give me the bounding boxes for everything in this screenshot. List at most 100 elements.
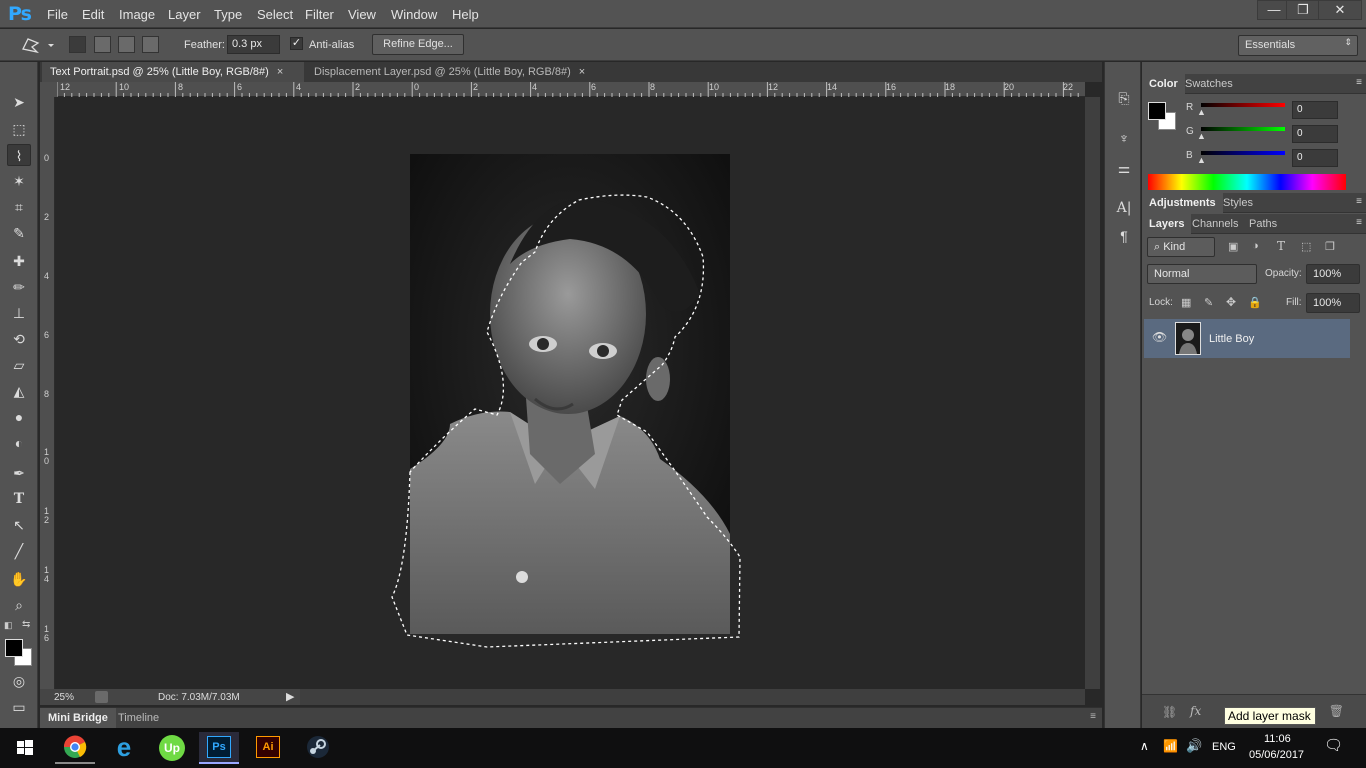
- tab-channels[interactable]: Channels: [1185, 214, 1245, 234]
- lock-position-icon[interactable]: ✥: [1226, 295, 1236, 309]
- menu-window[interactable]: Window: [391, 7, 437, 22]
- tab-paths[interactable]: Paths: [1242, 214, 1284, 234]
- document-canvas[interactable]: [57, 97, 1085, 689]
- subtract-selection-button[interactable]: [118, 36, 135, 53]
- status-info-icon[interactable]: [95, 691, 108, 703]
- blend-mode-select[interactable]: Normal: [1147, 264, 1257, 284]
- volume-icon[interactable]: 🔊: [1186, 738, 1202, 754]
- menu-select[interactable]: Select: [257, 7, 293, 22]
- opacity-input[interactable]: 100%: [1306, 264, 1360, 284]
- tab-displacement-layer[interactable]: Displacement Layer.psd @ 25% (Little Boy…: [306, 62, 604, 82]
- menu-layer[interactable]: Layer: [168, 7, 201, 22]
- filter-type-icon[interactable]: T: [1277, 239, 1285, 253]
- color-spectrum-bar[interactable]: [1148, 174, 1346, 190]
- hand-tool-icon[interactable]: ✋: [7, 568, 31, 590]
- brush-presets-icon[interactable]: ♆: [1114, 128, 1134, 148]
- clock-time[interactable]: 11:06: [1264, 733, 1291, 745]
- tab-adjustments[interactable]: Adjustments: [1142, 193, 1223, 213]
- slider-thumb-icon[interactable]: ▲: [1197, 107, 1206, 117]
- eyedropper-tool-icon[interactable]: ✎: [7, 222, 31, 244]
- taskbar-upwork[interactable]: Up: [152, 732, 192, 764]
- tab-timeline[interactable]: Timeline: [112, 708, 165, 728]
- path-selection-tool-icon[interactable]: ↖: [7, 514, 31, 536]
- color-fg-swatch[interactable]: [1148, 102, 1166, 120]
- marquee-tool-icon[interactable]: ⬚: [7, 118, 31, 140]
- panel-menu-icon[interactable]: ≡: [1356, 77, 1362, 88]
- screen-mode-icon[interactable]: ▭: [7, 696, 31, 718]
- new-selection-button[interactable]: [69, 36, 86, 53]
- zoom-level[interactable]: 25%: [54, 692, 74, 703]
- lock-image-icon[interactable]: ✎: [1204, 296, 1213, 309]
- taskbar-internet-explorer[interactable]: e: [104, 732, 144, 764]
- filter-adjustment-icon[interactable]: ◑: [1252, 240, 1259, 252]
- menu-file[interactable]: File: [47, 7, 68, 22]
- clock-date[interactable]: 05/06/2017: [1249, 749, 1304, 761]
- tab-text-portrait[interactable]: Text Portrait.psd @ 25% (Little Boy, RGB…: [42, 62, 304, 82]
- default-colors-icon[interactable]: ◧: [4, 620, 13, 631]
- show-hidden-icons-chevron-icon[interactable]: ∧: [1140, 739, 1149, 753]
- character-panel-icon[interactable]: A|: [1114, 198, 1134, 218]
- menu-help[interactable]: Help: [452, 7, 479, 22]
- brush-tool-icon[interactable]: ✏: [7, 276, 31, 298]
- move-tool-icon[interactable]: ➤: [7, 91, 31, 113]
- eye-visibility-icon[interactable]: 👁: [1152, 330, 1167, 344]
- add-selection-button[interactable]: [94, 36, 111, 53]
- workspace-select[interactable]: Essentials ⇕: [1238, 35, 1358, 56]
- horizontal-scrollbar[interactable]: [300, 689, 1085, 705]
- lasso-tool-icon[interactable]: ⌇: [7, 144, 31, 166]
- clone-stamp-tool-icon[interactable]: ⊥: [7, 302, 31, 324]
- layer-filter-kind-select[interactable]: ⌕ Kind: [1147, 237, 1215, 257]
- history-brush-tool-icon[interactable]: ⟲: [7, 328, 31, 350]
- vertical-scrollbar[interactable]: [1085, 97, 1100, 689]
- pen-tool-icon[interactable]: ✒: [7, 462, 31, 484]
- restore-button[interactable]: ❐: [1286, 0, 1320, 20]
- quick-mask-icon[interactable]: ◎: [7, 670, 31, 692]
- type-tool-icon[interactable]: T: [7, 488, 31, 510]
- menu-edit[interactable]: Edit: [82, 7, 104, 22]
- r-value-input[interactable]: 0: [1292, 101, 1338, 119]
- panel-menu-icon[interactable]: ≡: [1356, 196, 1362, 207]
- intersect-selection-button[interactable]: [142, 36, 159, 53]
- menu-type[interactable]: Type: [214, 7, 242, 22]
- filter-shape-icon[interactable]: ⬚: [1301, 240, 1311, 253]
- b-value-input[interactable]: 0: [1292, 149, 1338, 167]
- b-slider[interactable]: [1201, 151, 1285, 155]
- taskbar-illustrator[interactable]: Ai: [248, 732, 288, 764]
- lock-transparency-icon[interactable]: ▦: [1181, 296, 1191, 309]
- language-indicator[interactable]: ENG: [1212, 741, 1236, 753]
- zoom-tool-icon[interactable]: ⌕: [7, 594, 31, 616]
- network-icon[interactable]: 📶: [1163, 739, 1178, 753]
- lock-all-icon[interactable]: 🔒: [1248, 296, 1262, 309]
- tab-styles[interactable]: Styles: [1216, 193, 1260, 213]
- status-menu-arrow-icon[interactable]: ▶: [286, 690, 294, 703]
- eraser-tool-icon[interactable]: ▱: [7, 354, 31, 376]
- close-button[interactable]: ✕: [1318, 0, 1362, 20]
- taskbar-steam[interactable]: [298, 732, 338, 764]
- paint-bucket-tool-icon[interactable]: ◭: [7, 380, 31, 402]
- panel-menu-icon[interactable]: ≡: [1356, 217, 1362, 228]
- crop-tool-icon[interactable]: ⌗: [7, 196, 31, 218]
- foreground-color-swatch[interactable]: [5, 639, 23, 657]
- properties-panel-icon[interactable]: ⚌: [1114, 158, 1134, 178]
- tab-mini-bridge[interactable]: Mini Bridge: [40, 708, 116, 728]
- layer-style-icon[interactable]: fx: [1190, 704, 1201, 718]
- slider-thumb-icon[interactable]: ▲: [1197, 131, 1206, 141]
- paragraph-panel-icon[interactable]: ¶: [1114, 226, 1134, 246]
- filter-smart-object-icon[interactable]: ❐: [1325, 240, 1335, 253]
- dodge-tool-icon[interactable]: ◐: [7, 432, 31, 454]
- magic-wand-tool-icon[interactable]: ✶: [7, 170, 31, 192]
- history-panel-icon[interactable]: ⎘: [1114, 88, 1134, 108]
- menu-image[interactable]: Image: [119, 7, 155, 22]
- close-tab-icon[interactable]: ×: [277, 66, 283, 78]
- fill-input[interactable]: 100%: [1306, 293, 1360, 313]
- line-tool-icon[interactable]: ╱: [7, 540, 31, 562]
- tab-swatches[interactable]: Swatches: [1178, 74, 1240, 94]
- slider-thumb-icon[interactable]: ▲: [1197, 155, 1206, 165]
- close-tab-icon[interactable]: ×: [579, 66, 585, 78]
- link-layers-icon[interactable]: ⛓: [1162, 705, 1177, 719]
- taskbar-photoshop[interactable]: Ps: [199, 732, 239, 764]
- delete-layer-icon[interactable]: 🗑: [1329, 704, 1344, 718]
- antialias-checkbox[interactable]: ✓: [290, 37, 303, 50]
- swap-colors-icon[interactable]: ⇆: [22, 619, 30, 630]
- taskbar-chrome[interactable]: [55, 732, 95, 764]
